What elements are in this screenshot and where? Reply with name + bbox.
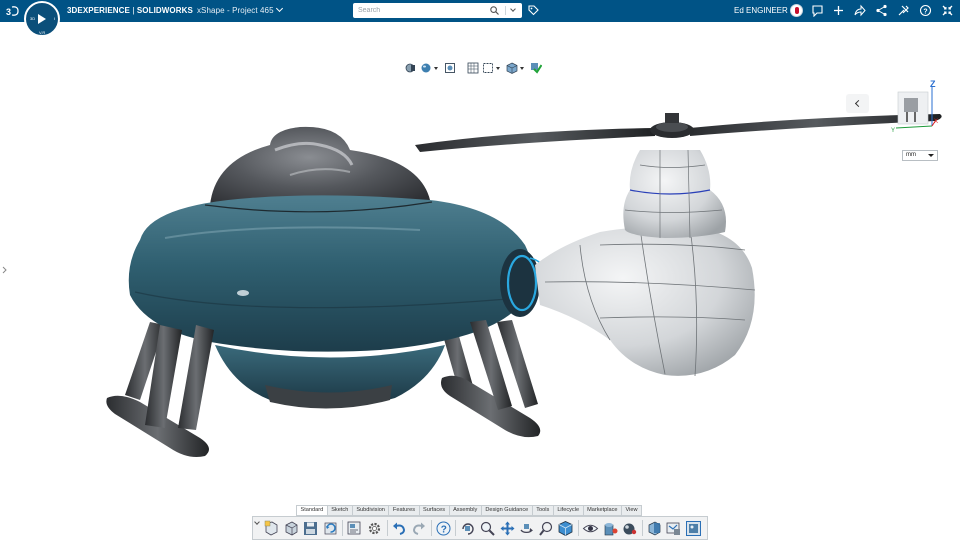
roll-icon[interactable]: [518, 520, 535, 537]
svg-text:?: ?: [923, 8, 927, 15]
toolbar-separator: [342, 520, 344, 536]
chevron-left-icon: [854, 99, 863, 108]
appearance-icon[interactable]: [602, 520, 619, 537]
render-icon[interactable]: [685, 520, 702, 537]
selection-box-icon[interactable]: [482, 62, 494, 74]
display-manager-icon[interactable]: [665, 520, 682, 537]
feedback-icon[interactable]: [811, 4, 824, 17]
undo-icon[interactable]: [391, 520, 408, 537]
3d-part-icon[interactable]: [283, 520, 300, 537]
network-icon[interactable]: [875, 4, 888, 17]
tab-subdivision[interactable]: Subdivision: [353, 506, 390, 515]
zoom-to-fit-icon[interactable]: [444, 62, 456, 74]
search-icon[interactable]: [490, 6, 499, 15]
display-style-icon[interactable]: [420, 62, 432, 74]
compass-icon[interactable]: 3D V,R I: [24, 1, 60, 37]
triad-x-label: X: [934, 119, 938, 125]
back-button[interactable]: [846, 94, 869, 113]
new-part-icon[interactable]: [263, 520, 280, 537]
orientation-triad[interactable]: Z X Y: [890, 80, 940, 138]
tab-tools[interactable]: Tools: [533, 506, 554, 515]
tab-assembly[interactable]: Assembly: [450, 506, 482, 515]
help-icon[interactable]: ?: [919, 4, 932, 17]
chevron-down-icon[interactable]: [434, 66, 438, 70]
tab-standard[interactable]: Standard: [297, 506, 328, 515]
section-icon[interactable]: [646, 520, 663, 537]
svg-text:3: 3: [6, 7, 11, 17]
options-icon[interactable]: [366, 520, 383, 537]
brand-solidworks: SOLIDWORKS: [136, 6, 193, 15]
hide-show-icon[interactable]: [582, 520, 599, 537]
triad-y-label: Y: [891, 128, 895, 134]
chevron-down-icon[interactable]: [520, 66, 524, 70]
share-icon[interactable]: [853, 4, 866, 17]
zoom-icon[interactable]: [479, 520, 496, 537]
tab-surfaces[interactable]: Surfaces: [420, 506, 450, 515]
play-icon[interactable]: [38, 14, 46, 24]
heads-up-view-toolbar: [405, 60, 542, 76]
collapse-icon[interactable]: [941, 4, 954, 17]
chevron-down-icon[interactable]: [254, 519, 260, 525]
chevron-down-icon: [510, 6, 516, 12]
tab-design-guidance[interactable]: Design Guidance: [482, 506, 533, 515]
rotate-icon[interactable]: [459, 520, 476, 537]
toolbar-separator: [641, 520, 643, 536]
search-box: [353, 3, 522, 18]
chevron-down-icon[interactable]: [496, 66, 500, 70]
chevron-down-icon[interactable]: [275, 4, 283, 13]
avatar[interactable]: [790, 4, 803, 17]
toolbar-separator: [430, 520, 432, 536]
view-cube-icon[interactable]: [506, 62, 518, 74]
zoom-area-icon[interactable]: [538, 520, 555, 537]
tag-icon[interactable]: [528, 5, 539, 16]
section-view-icon[interactable]: [405, 62, 417, 74]
scene-icon[interactable]: [621, 520, 638, 537]
app-name: xShape - Project 465: [196, 6, 274, 15]
help-icon[interactable]: ?: [435, 520, 452, 537]
redo-icon[interactable]: [410, 520, 427, 537]
accept-check-icon[interactable]: [530, 62, 542, 74]
toolbar-separator: [455, 520, 457, 536]
toolbar-separator: [386, 520, 388, 536]
search-input[interactable]: [353, 4, 481, 17]
add-icon[interactable]: [832, 4, 845, 17]
graphics-area[interactable]: Z X Y mm: [0, 22, 960, 512]
app-title[interactable]: 3DEXPERIENCE | SOLIDWORKS xShape - Projec…: [67, 4, 283, 15]
tab-lifecycle[interactable]: Lifecycle: [554, 506, 584, 515]
tab-features[interactable]: Features: [389, 506, 420, 515]
toolbar-separator: [577, 520, 579, 536]
rebuild-icon[interactable]: [322, 520, 339, 537]
tools-icon[interactable]: [897, 4, 910, 17]
pan-icon[interactable]: [499, 520, 516, 537]
tab-view[interactable]: View: [622, 506, 641, 515]
tab-sketch[interactable]: Sketch: [328, 506, 353, 515]
command-manager-tabs: Standard Sketch Subdivision Features Sur…: [296, 505, 643, 516]
triad-z-label: Z: [930, 80, 936, 89]
compass-vr-quadrant[interactable]: V,R: [39, 30, 45, 35]
compass-i-quadrant[interactable]: I: [54, 16, 55, 21]
compass-3d-quadrant[interactable]: 3D: [30, 16, 35, 21]
view-cube-icon[interactable]: [557, 520, 574, 537]
search-scope-dropdown[interactable]: [505, 6, 519, 15]
grid-icon[interactable]: [467, 62, 479, 74]
user-name[interactable]: Ed ENGINEER: [734, 6, 788, 15]
units-select[interactable]: mm: [902, 150, 938, 161]
drone-model[interactable]: [0, 22, 960, 512]
chevron-right-icon[interactable]: [2, 266, 8, 274]
brand-3dexperience: 3DEXPERIENCE: [67, 6, 130, 15]
layout-icon[interactable]: [346, 520, 363, 537]
brand-separator: |: [130, 6, 137, 15]
svg-text:?: ?: [441, 524, 447, 535]
command-bar: ?: [252, 516, 708, 540]
top-bar: 3 3DEXPERIENCE | SOLIDWORKS xShape - Proj…: [0, 0, 960, 22]
tab-marketplace[interactable]: Marketplace: [584, 506, 623, 515]
3ds-logo-icon[interactable]: 3: [6, 5, 19, 17]
save-icon[interactable]: [302, 520, 319, 537]
